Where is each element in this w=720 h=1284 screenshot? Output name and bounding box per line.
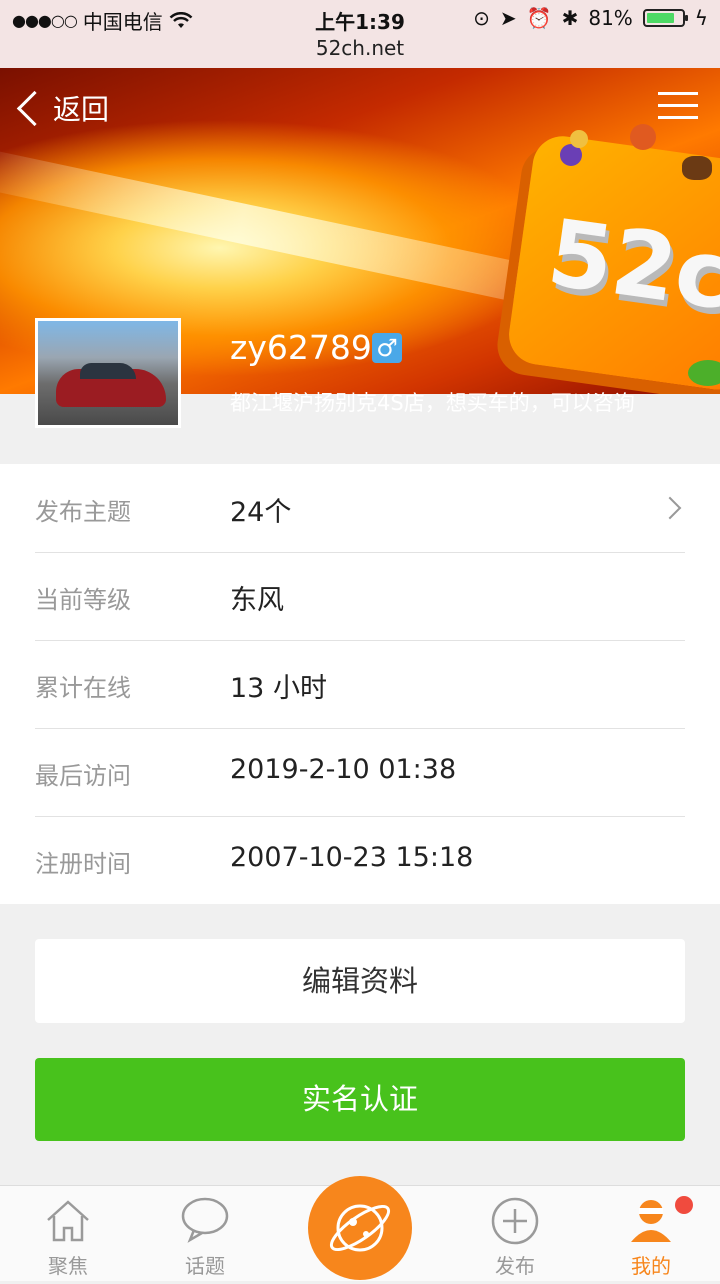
gender-male-icon: ♂ xyxy=(372,333,402,363)
alarm-icon: ⏰ xyxy=(526,6,552,30)
menu-button[interactable] xyxy=(658,92,698,122)
info-row-last-visit: 最后访问 2019-2-10 01:38 xyxy=(0,728,720,816)
tab-focus[interactable]: 聚焦 xyxy=(18,1186,118,1281)
info-label: 发布主题 xyxy=(35,498,131,526)
notification-badge xyxy=(675,1196,693,1214)
center-action-button[interactable] xyxy=(308,1176,412,1280)
chevron-left-icon xyxy=(16,90,53,126)
edit-profile-button[interactable]: 编辑资料 xyxy=(35,939,685,1023)
planet-icon xyxy=(329,1204,391,1252)
battery-level xyxy=(646,13,675,23)
info-value: 东风 xyxy=(230,585,284,616)
info-row-online-time: 累计在线 13 小时 xyxy=(0,640,720,728)
status-right: ⊙ ➤ ⏰ ✱ 81% ϟ xyxy=(473,6,708,30)
home-icon xyxy=(47,1200,89,1242)
battery-percent: 81% xyxy=(588,6,633,30)
tab-label: 聚焦 xyxy=(48,1254,88,1278)
profile-info-list: 发布主题 24个 当前等级 东风 累计在线 13 小时 最后访问 2019-2-… xyxy=(0,464,720,904)
tab-publish[interactable]: 发布 xyxy=(465,1186,565,1281)
info-row-level: 当前等级 东风 xyxy=(0,552,720,640)
location-icon: ➤ xyxy=(499,6,517,30)
tab-label: 我的 xyxy=(631,1254,671,1278)
tab-label: 话题 xyxy=(185,1254,225,1278)
info-label: 累计在线 xyxy=(35,674,131,702)
info-row-topics[interactable]: 发布主题 24个 xyxy=(0,464,720,552)
bluetooth-icon: ✱ xyxy=(561,6,579,30)
rotation-lock-icon: ⊙ xyxy=(473,6,490,30)
back-button[interactable]: 返回 xyxy=(14,88,109,128)
back-label: 返回 xyxy=(53,93,110,126)
user-signature: 都江堰沪扬别克4S店，想买车的，可以咨询 xyxy=(230,391,635,415)
info-label: 注册时间 xyxy=(35,850,131,878)
info-label: 最后访问 xyxy=(35,762,131,790)
info-value: 2019-2-10 01:38 xyxy=(230,754,457,785)
plus-circle-icon xyxy=(491,1197,539,1245)
user-icon xyxy=(631,1200,671,1242)
username: zy62789 xyxy=(230,328,372,367)
tab-label: 发布 xyxy=(495,1254,535,1278)
battery-icon xyxy=(642,9,688,27)
info-row-register-time: 注册时间 2007-10-23 15:18 xyxy=(0,816,720,904)
avatar-image xyxy=(38,321,178,425)
real-name-verify-button[interactable]: 实名认证 xyxy=(35,1058,685,1141)
chat-bubble-icon xyxy=(181,1197,229,1243)
status-bar: ●●●○○ 中国电信 上午1:39 ⊙ ➤ ⏰ ✱ 81% ϟ 52ch.net xyxy=(0,0,720,68)
info-value: 13 小时 xyxy=(230,673,327,704)
charging-icon: ϟ xyxy=(694,6,708,30)
info-value: 24个 xyxy=(230,497,292,528)
page-url: 52ch.net xyxy=(315,36,405,60)
chevron-right-icon xyxy=(658,496,682,520)
info-value: 2007-10-23 15:18 xyxy=(230,842,474,873)
hamburger-icon xyxy=(658,92,698,95)
tab-topics[interactable]: 话题 xyxy=(155,1186,255,1281)
info-label: 当前等级 xyxy=(35,586,131,614)
avatar[interactable] xyxy=(35,318,181,428)
